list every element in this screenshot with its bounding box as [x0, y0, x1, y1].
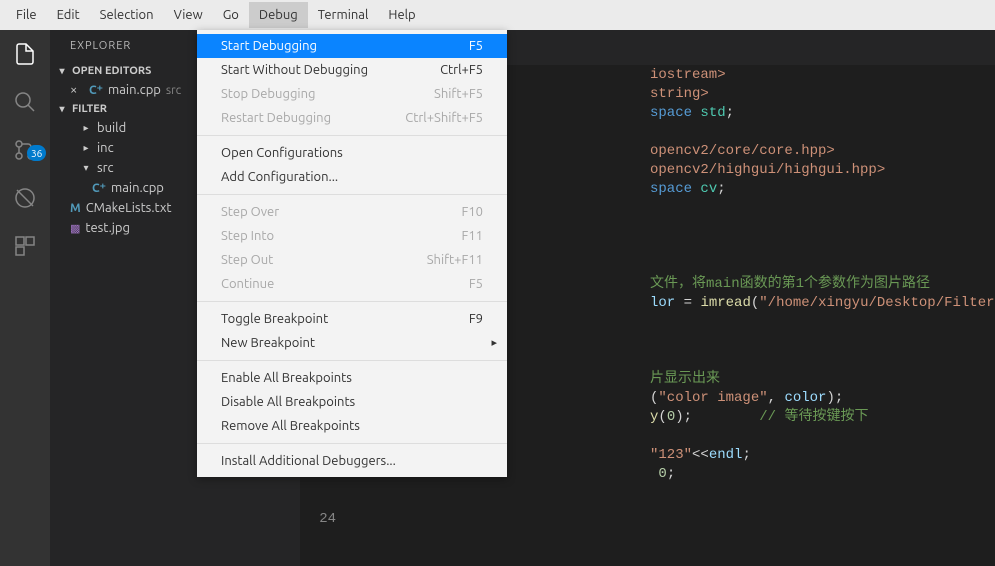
menu-item-disable-all-breakpoints[interactable]: Disable All Breakpoints	[197, 390, 507, 414]
menu-edit[interactable]: Edit	[47, 2, 90, 28]
cpp-file-icon: C⁺	[89, 83, 103, 97]
menu-separator	[197, 443, 507, 444]
menu-debug[interactable]: Debug	[249, 2, 308, 28]
menu-item-enable-all-breakpoints[interactable]: Enable All Breakpoints	[197, 366, 507, 390]
activity-bar: 36	[0, 30, 50, 566]
menu-view[interactable]: View	[164, 2, 213, 28]
menu-separator	[197, 194, 507, 195]
menu-item-remove-all-breakpoints[interactable]: Remove All Breakpoints	[197, 414, 507, 438]
files-icon[interactable]	[13, 42, 37, 66]
menu-item-continue: ContinueF5	[197, 272, 507, 296]
scm-badge: 36	[27, 145, 46, 161]
chevron-right-icon	[80, 142, 92, 154]
search-icon[interactable]	[13, 90, 37, 114]
line-gutter: 24	[300, 510, 350, 529]
image-file-icon: ▩	[70, 222, 80, 235]
m-file-icon: M	[70, 202, 81, 215]
extensions-icon[interactable]	[13, 234, 37, 258]
menu-file[interactable]: File	[6, 2, 47, 28]
menu-item-step-into: Step IntoF11	[197, 224, 507, 248]
close-icon[interactable]: ×	[70, 83, 84, 97]
menu-item-step-over: Step OverF10	[197, 200, 507, 224]
chevron-down-icon	[80, 162, 92, 174]
menu-separator	[197, 360, 507, 361]
debug-menu-dropdown: Start DebuggingF5Start Without Debugging…	[197, 30, 507, 477]
menu-separator	[197, 301, 507, 302]
cpp-file-icon: C⁺	[92, 181, 106, 195]
menu-item-open-configurations[interactable]: Open Configurations	[197, 141, 507, 165]
menu-terminal[interactable]: Terminal	[308, 2, 379, 28]
menu-help[interactable]: Help	[378, 2, 425, 28]
menu-item-step-out: Step OutShift+F11	[197, 248, 507, 272]
menu-item-new-breakpoint[interactable]: New Breakpoint	[197, 331, 507, 355]
menu-item-restart-debugging: Restart DebuggingCtrl+Shift+F5	[197, 106, 507, 130]
chevron-down-icon	[56, 65, 68, 77]
menu-item-install-additional-debuggers[interactable]: Install Additional Debuggers...	[197, 449, 507, 473]
menu-selection[interactable]: Selection	[90, 2, 164, 28]
chevron-right-icon	[80, 122, 92, 134]
debug-icon[interactable]	[13, 186, 37, 210]
menu-item-add-configuration[interactable]: Add Configuration...	[197, 165, 507, 189]
menu-item-toggle-breakpoint[interactable]: Toggle BreakpointF9	[197, 307, 507, 331]
menu-bar: FileEditSelectionViewGoDebugTerminalHelp	[0, 0, 995, 30]
chevron-down-icon	[56, 103, 68, 115]
menu-item-stop-debugging: Stop DebuggingShift+F5	[197, 82, 507, 106]
menu-go[interactable]: Go	[213, 2, 249, 28]
menu-item-start-debugging[interactable]: Start DebuggingF5	[197, 34, 507, 58]
menu-item-start-without-debugging[interactable]: Start Without DebuggingCtrl+F5	[197, 58, 507, 82]
menu-separator	[197, 135, 507, 136]
